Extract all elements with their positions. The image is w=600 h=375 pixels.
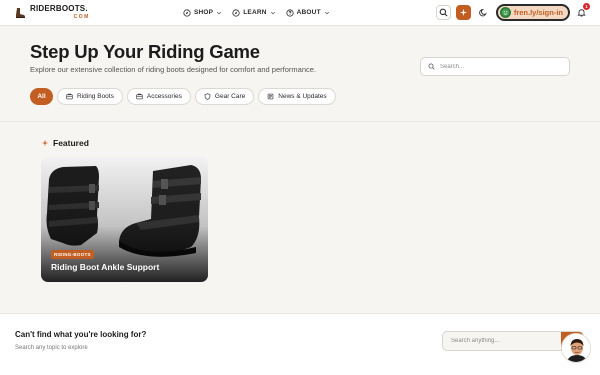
boot-logo-icon (16, 8, 25, 18)
menu-learn[interactable]: LEARN (232, 8, 275, 17)
main-menu: SHOP LEARN ABOUT (183, 8, 330, 17)
site-logo[interactable]: RIDERBOOTS. COM (14, 5, 164, 20)
theme-toggle-button[interactable] (476, 5, 491, 20)
sign-in-label: fren.ly/sign-in (513, 8, 563, 17)
menu-learn-label: LEARN (243, 9, 267, 16)
shield-icon (204, 93, 211, 100)
search-icon (439, 8, 448, 17)
chevron-down-icon (324, 11, 329, 14)
page-title: Step Up Your Riding Game (30, 41, 260, 62)
featured-heading-label: Featured (53, 138, 89, 148)
search-input[interactable] (440, 63, 560, 70)
sign-in-button[interactable]: fren.ly/sign-in (495, 4, 570, 21)
search-button[interactable] (435, 5, 451, 20)
chip-accessories-label: Accessories (146, 93, 182, 100)
notification-count-badge: 1 (583, 3, 590, 10)
compass-icon (232, 8, 240, 17)
folder-icon (66, 93, 73, 100)
bottom-search-section: Can't find what you're looking for? Sear… (0, 313, 600, 375)
chip-gear-care[interactable]: Gear Care (194, 88, 255, 105)
chip-riding-boots-label: Riding Boots (77, 93, 114, 100)
compass-icon (183, 8, 191, 17)
logo-sub-text: COM (73, 14, 90, 20)
chevron-down-icon (217, 11, 222, 14)
chip-all[interactable]: All (30, 88, 53, 105)
smiley-avatar-icon (499, 7, 511, 18)
featured-heading: Featured (41, 138, 89, 148)
bottom-search-input[interactable] (443, 338, 561, 344)
sparkle-icon (41, 139, 49, 147)
moon-icon (479, 9, 487, 17)
hero-search-box (420, 57, 570, 76)
chip-news-updates-label: News & Updates (278, 93, 327, 100)
category-filter: All Riding Boots Accessories Gear Care N… (30, 88, 336, 105)
newspaper-icon (268, 93, 274, 100)
help-circle-icon (286, 8, 294, 17)
card-category-tag[interactable]: RIDING-BOOTS (51, 250, 94, 259)
nav-actions: fren.ly/sign-in 1 (435, 3, 590, 21)
chip-news-updates[interactable]: News & Updates (258, 88, 336, 105)
top-navigation: RIDERBOOTS. COM SHOP LEARN ABOUT fren.ly… (0, 0, 600, 26)
card-title[interactable]: Riding Boot Ankle Support (51, 262, 159, 272)
page-subtitle: Explore our extensive collection of ridi… (30, 65, 316, 74)
search-icon (428, 63, 435, 70)
bottom-search-title: Can't find what you're looking for? (15, 330, 147, 339)
bottom-search-subtitle: Search any topic to explore (15, 345, 88, 351)
sparkle-button[interactable] (455, 5, 471, 20)
menu-about[interactable]: ABOUT (286, 8, 330, 17)
sparkle-icon (459, 8, 467, 17)
featured-card[interactable]: RIDING-BOOTS Riding Boot Ankle Support (41, 157, 208, 282)
menu-about-label: ABOUT (296, 9, 321, 16)
menu-shop-label: SHOP (194, 9, 214, 16)
chip-riding-boots[interactable]: Riding Boots (57, 88, 123, 105)
chip-gear-care-label: Gear Care (214, 93, 246, 100)
chip-all-label: All (37, 93, 46, 100)
menu-shop[interactable]: SHOP (183, 8, 222, 17)
folder-icon (136, 93, 143, 100)
chevron-down-icon (270, 11, 275, 14)
notifications-button[interactable]: 1 (575, 3, 590, 20)
chip-accessories[interactable]: Accessories (126, 88, 191, 105)
assistant-avatar-button[interactable] (561, 333, 591, 363)
logo-main-text: RIDERBOOTS. (30, 4, 88, 13)
hero-section: Step Up Your Riding Game Explore our ext… (0, 27, 600, 122)
